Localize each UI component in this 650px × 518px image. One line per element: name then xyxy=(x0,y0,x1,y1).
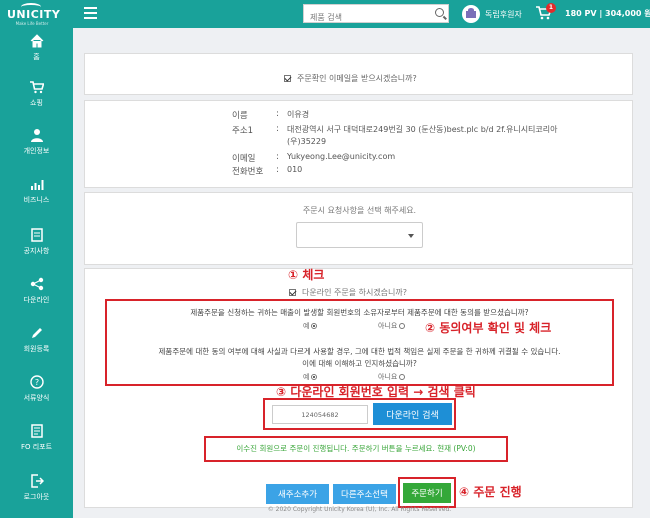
new-address-button[interactable]: 새주소추가 xyxy=(266,484,329,504)
logo-tagline: Make Life Better xyxy=(15,21,49,26)
consent-1-yes-radio[interactable] xyxy=(311,323,318,329)
address-row: 주소1 : 대전광역시 서구 대덕대로249번길 30 (둔산동)best.pl… xyxy=(232,124,558,136)
email-row: 이메일 : Yukyeong.Lee@unicity.com xyxy=(232,152,396,164)
consent-2-yes-option[interactable]: 예 xyxy=(303,372,318,382)
order-request-panel: 주문시 요청사항을 선택 해주세요. xyxy=(84,192,633,265)
report-icon xyxy=(30,424,43,438)
footer-copyright: © 2020 Copyright Unicity Korea (U), Inc.… xyxy=(267,506,452,513)
email-confirm-row: 주문확인 이메일을 받으시겠습니까? xyxy=(284,73,417,84)
email-confirm-checkbox[interactable] xyxy=(284,75,291,82)
sidebar-item-label: 쇼핑 xyxy=(30,99,43,107)
network-icon xyxy=(30,277,43,291)
consent-question-1: 제품주문을 신청하는 귀하는 매출이 발생할 회원번호의 소유자로부터 제품주문… xyxy=(190,308,529,317)
address-line1: 대전광역시 서구 대덕대로249번길 30 (둔산동)best.plc b/d … xyxy=(287,125,558,134)
downline-order-question: 다운라인 주문을 하시겠습니까? xyxy=(302,288,408,297)
sidebar-item-label: 개인정보 xyxy=(23,147,50,155)
member-search-section: 다운라인 검색 xyxy=(263,398,456,430)
unicity-logo[interactable]: UNICITY Make Life Better xyxy=(7,3,60,27)
pencil-icon xyxy=(31,328,42,338)
sidebar-item-register[interactable]: 회원등록 xyxy=(0,326,73,366)
sidebar-item-downline[interactable]: 다운라인 xyxy=(0,277,73,317)
member-number-input[interactable] xyxy=(272,405,368,424)
consent-2-no-option[interactable]: 아니요 xyxy=(378,372,406,382)
name-value: 이유경 xyxy=(287,110,310,119)
email-value: Yukyeong.Lee@unicity.com xyxy=(287,152,396,161)
svg-text:?: ? xyxy=(34,378,38,387)
name-row: 이름 : 이유경 xyxy=(232,109,310,121)
home-icon xyxy=(30,34,43,48)
sidebar-item-label: 로그아웃 xyxy=(23,493,50,501)
consent-section: 제품주문을 신청하는 귀하는 매출이 발생할 회원번호의 소유자로부터 제품주문… xyxy=(105,299,614,386)
phone-row: 전화번호 : 010 xyxy=(232,165,303,177)
rank-badge-icon xyxy=(462,5,480,23)
search-input[interactable] xyxy=(304,9,432,26)
sidebar-item-label: 회원등록 xyxy=(23,345,50,353)
address-line2: (우)35229 xyxy=(287,137,327,146)
phone-value: 010 xyxy=(287,165,303,174)
sidebar-item-shopping[interactable]: 쇼핑 xyxy=(0,80,73,120)
consent-question-2-line1: 제품주문에 대한 동의 여부에 대해 사실과 다르게 사용할 경우, 그에 대한… xyxy=(158,347,561,356)
sidebar-item-home[interactable]: 홈 xyxy=(0,34,73,74)
rank-label: 독립후원자 xyxy=(485,9,522,19)
consent-1-yes-option[interactable]: 예 xyxy=(303,321,318,331)
phone-label: 전화번호 xyxy=(232,167,264,177)
sidebar-item-label: FO 리포트 xyxy=(20,443,53,451)
sidebar-item-label: 서류양식 xyxy=(23,394,50,402)
address-row-2: (우)35229 xyxy=(85,136,634,148)
logo-swoosh-icon xyxy=(21,3,41,11)
shopping-cart-icon xyxy=(29,81,44,94)
search-box xyxy=(303,4,449,26)
bar-chart-icon xyxy=(30,180,43,190)
search-icon[interactable] xyxy=(435,8,444,17)
email-label: 이메일 xyxy=(232,154,256,164)
user-icon xyxy=(30,129,43,142)
consent-1-no-radio[interactable] xyxy=(399,323,406,329)
annotation-step2: ② 동의여부 확인 및 체크 xyxy=(425,321,552,335)
order-button-highlight: 주문하기 xyxy=(398,477,456,508)
cart-button[interactable]: 1 xyxy=(536,3,556,20)
annotation-step3: ③ 다운라인 회원번호 입력 → 검색 클릭 xyxy=(276,385,476,399)
sidebar-item-business[interactable]: 비즈니스 xyxy=(0,177,73,217)
sidebar-item-label: 비즈니스 xyxy=(23,196,50,204)
consent-2-options: 예 아니요 xyxy=(107,372,612,382)
downline-search-button[interactable]: 다운라인 검색 xyxy=(373,403,452,425)
help-icon: ? xyxy=(29,375,44,389)
chevron-down-icon xyxy=(408,234,414,238)
sidebar-item-notice[interactable]: 공지사항 xyxy=(0,228,73,268)
sidebar: 홈 쇼핑 개인정보 비즈니스 공지사항 다운라인 회원등록 ? 서류양식 FO … xyxy=(0,28,73,518)
sidebar-item-fo-report[interactable]: FO 리포트 xyxy=(0,424,73,464)
sidebar-item-label: 홈 xyxy=(33,53,40,61)
order-button[interactable]: 주문하기 xyxy=(403,483,451,503)
email-confirm-label: 주문확인 이메일을 받으시겠습니까? xyxy=(297,74,417,83)
sidebar-item-logout[interactable]: 로그아웃 xyxy=(0,474,73,514)
consent-1-no-option[interactable]: 아니요 xyxy=(378,321,406,331)
select-address-button[interactable]: 다른주소선택 xyxy=(333,484,396,504)
sidebar-item-label: 다운라인 xyxy=(23,296,50,304)
order-request-select[interactable] xyxy=(296,222,423,248)
search-result-message: 이수진 회원으로 주문이 진행됩니다. 주문하기 버튼을 누르세요. 현재 (P… xyxy=(204,436,508,462)
consent-question-2-line2: 이에 대해 이해하고 인지하셨습니까? xyxy=(302,359,417,368)
pv-price-total: 180 PV | 304,000 원 xyxy=(565,9,650,18)
downline-order-checkbox[interactable] xyxy=(289,289,296,296)
sidebar-item-label: 공지사항 xyxy=(23,247,50,255)
annotation-step1: ① 체크 xyxy=(288,268,325,282)
top-bar: UNICITY Make Life Better 독립후원자 1 180 PV … xyxy=(0,0,650,28)
consent-2-no-radio[interactable] xyxy=(399,374,406,380)
downline-order-row: 다운라인 주문을 하시겠습니까? xyxy=(289,287,407,298)
sidebar-item-profile[interactable]: 개인정보 xyxy=(0,128,73,168)
cart-count-badge: 1 xyxy=(546,3,556,13)
consent-2-yes-radio[interactable] xyxy=(311,374,318,380)
annotation-step4: ④ 주문 진행 xyxy=(459,485,522,499)
name-label: 이름 xyxy=(232,111,248,121)
logout-icon xyxy=(30,474,44,488)
rank-indicator: 독립후원자 xyxy=(462,5,522,23)
order-request-prompt: 주문시 요청사항을 선택 해주세요. xyxy=(302,206,417,215)
customer-info-panel: 이름 : 이유경 주소1 : 대전광역시 서구 대덕대로249번길 30 (둔산… xyxy=(84,100,633,188)
notice-icon xyxy=(30,228,43,242)
hamburger-menu-icon[interactable] xyxy=(84,7,97,19)
sidebar-item-forms[interactable]: ? 서류양식 xyxy=(0,375,73,415)
address-label: 주소1 xyxy=(232,126,254,136)
email-confirm-panel: 주문확인 이메일을 받으시겠습니까? xyxy=(84,53,633,95)
